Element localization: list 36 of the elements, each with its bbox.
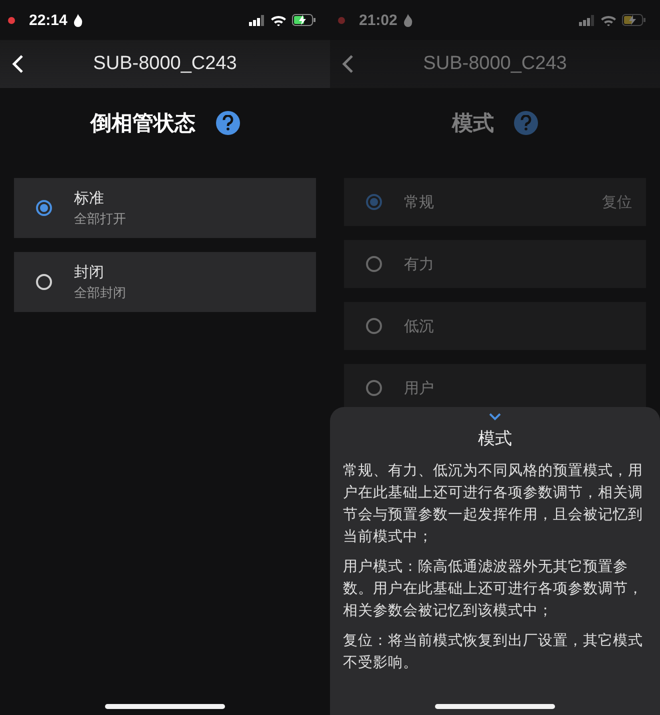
option-label: 常规 bbox=[404, 192, 435, 212]
device-title: SUB-8000_C243 bbox=[93, 53, 237, 75]
device-title: SUB-8000_C243 bbox=[423, 53, 567, 75]
section-heading: 倒相管状态 bbox=[90, 111, 196, 137]
radio-button[interactable] bbox=[36, 200, 52, 216]
chevron-down-icon[interactable] bbox=[489, 413, 501, 421]
option-row[interactable]: 标准 全部打开 bbox=[14, 178, 316, 238]
option-description: 全部封闭 bbox=[74, 284, 127, 302]
signal-icon bbox=[579, 14, 595, 26]
option-row[interactable]: 低沉 bbox=[344, 302, 646, 350]
wifi-icon bbox=[601, 14, 616, 26]
option-label: 标准 bbox=[74, 188, 105, 208]
option-row[interactable]: 封闭 全部封闭 bbox=[14, 252, 316, 312]
option-label: 用户 bbox=[404, 378, 435, 398]
option-row[interactable]: 有力 bbox=[344, 240, 646, 288]
wifi-icon bbox=[271, 14, 286, 26]
signal-icon bbox=[249, 14, 265, 26]
battery-icon bbox=[292, 14, 316, 26]
option-label: 有力 bbox=[404, 254, 435, 274]
radio-button[interactable] bbox=[36, 274, 52, 290]
help-paragraph: 常规、有力、低沉为不同风格的预置模式，用户在此基础上还可进行各项参数调节，相关调节会与预置参数一起发挥作用，且会被记忆到当前模式中； bbox=[343, 462, 644, 547]
help-icon[interactable] bbox=[216, 111, 240, 135]
battery-icon bbox=[622, 14, 646, 26]
section-heading: 模式 bbox=[452, 111, 494, 137]
sheet-title: 模式 bbox=[478, 428, 512, 450]
recording-dot bbox=[8, 16, 15, 24]
reset-button[interactable]: 复位 bbox=[602, 192, 632, 212]
recording-dot bbox=[338, 16, 345, 24]
status-time: 22:14 bbox=[29, 12, 68, 28]
option-row[interactable]: 常规 复位 bbox=[344, 178, 646, 226]
status-time: 21:02 bbox=[359, 12, 398, 28]
option-label: 封闭 bbox=[74, 262, 105, 282]
option-label: 低沉 bbox=[404, 316, 435, 336]
option-description: 全部打开 bbox=[74, 210, 127, 228]
help-paragraph: 复位：将当前模式恢复到出厂设置，其它模式不受影响。 bbox=[343, 632, 644, 673]
help-paragraph: 用户模式：除高低通滤波器外无其它预置参数。用户在此基础上还可进行各项参数调节，相关参数会被记忆到该模式中； bbox=[343, 558, 644, 621]
